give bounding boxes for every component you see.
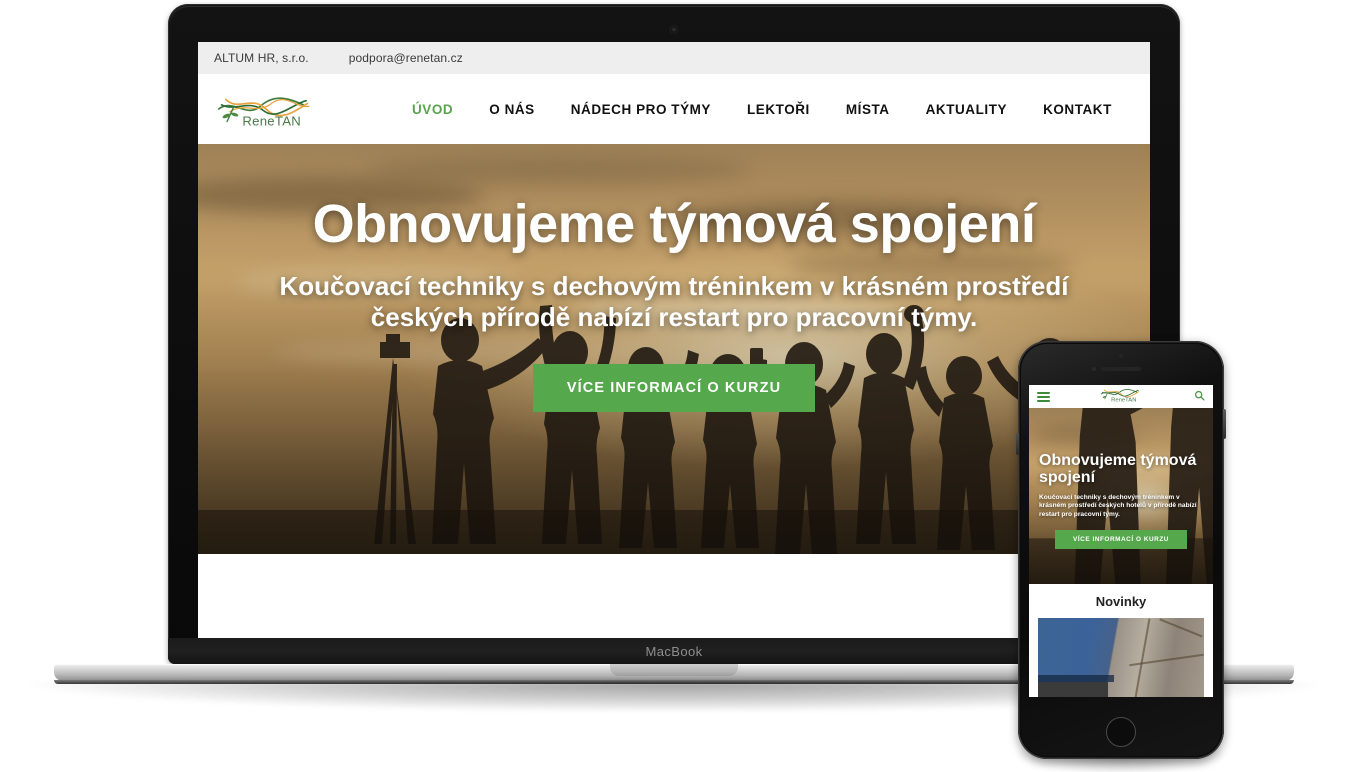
mobile-search-icon[interactable] (1194, 388, 1205, 406)
support-email[interactable]: podpora@renetan.cz (349, 51, 463, 65)
site-topbar: ALTUM HR, s.r.o. podpora@renetan.cz (198, 42, 1150, 74)
svg-text:ReneTAN: ReneTAN (1111, 398, 1136, 403)
mobile-header: ReneTAN (1029, 385, 1213, 408)
renetan-waves-logo-icon: ReneTAN (1100, 389, 1140, 404)
iphone-device: ReneTAN Obnovujeme týmová spojení Koučov… (1016, 341, 1226, 772)
nav-item-aktuality[interactable]: AKTUALITY (926, 102, 1007, 117)
phone-camera-icon (1092, 367, 1096, 371)
mobile-news-section: Novinky (1029, 584, 1213, 697)
laptop-screen: ALTUM HR, s.r.o. podpora@renetan.cz Rene… (198, 42, 1150, 638)
company-name: ALTUM HR, s.r.o. (214, 51, 309, 65)
mobile-logo[interactable]: ReneTAN (1100, 385, 1144, 408)
nav-item-kontakt[interactable]: KONTAKT (1043, 102, 1112, 117)
laptop-base-notch (610, 664, 738, 676)
phone-volume-button[interactable] (1016, 433, 1019, 455)
hero-subtitle: Koučovací techniky s dechovým tréninkem … (279, 270, 1069, 333)
hero-section: Obnovujeme týmová spojení Koučovací tech… (198, 144, 1150, 554)
hero-content: Obnovujeme týmová spojení Koučovací tech… (198, 144, 1150, 413)
site-navbar: ReneTAN ÚVOD O NÁS NÁDECH PRO TÝMY LEKTO… (198, 74, 1150, 144)
renetan-waves-logo-icon: ReneTAN (217, 97, 310, 129)
mobile-hero-section: Obnovujeme týmová spojení Koučovací tech… (1029, 408, 1213, 584)
phone-sensor-icon (1119, 354, 1123, 358)
hero-cta-button[interactable]: VÍCE INFORMACÍ O KURZU (532, 364, 816, 413)
mobile-hero-title: Obnovujeme týmová spojení (1039, 452, 1197, 487)
phone-speaker-grille (1101, 367, 1141, 371)
laptop-wordmark: MacBook (645, 643, 703, 659)
phone-screen: ReneTAN Obnovujeme týmová spojení Koučov… (1029, 385, 1213, 697)
nav-item-o-nas[interactable]: O NÁS (489, 102, 535, 117)
mobile-hero-cta-button[interactable]: VÍCE INFORMACÍ O KURZU (1055, 530, 1187, 550)
mobile-hero-subtitle: Koučovací techniky s dechovým tréninkem … (1039, 493, 1197, 519)
hero-title: Obnovujeme týmová spojení (312, 194, 1036, 254)
phone-home-button[interactable] (1106, 717, 1136, 747)
logo-text: ReneTAN (242, 114, 301, 129)
search-icon-glyph (1194, 390, 1205, 401)
nav-item-uvod[interactable]: ÚVOD (412, 102, 453, 117)
mockup-stage: ALTUM HR, s.r.o. podpora@renetan.cz Rene… (0, 0, 1350, 772)
nav-item-lektori[interactable]: LEKTOŘI (747, 102, 810, 117)
phone-body: ReneTAN Obnovujeme týmová spojení Koučov… (1016, 341, 1226, 759)
mobile-news-title: Novinky (1095, 594, 1147, 609)
laptop-camera-icon (670, 26, 678, 33)
site-logo[interactable]: ReneTAN (216, 88, 326, 130)
hamburger-menu-icon[interactable] (1037, 391, 1050, 402)
nav-item-mista[interactable]: MÍSTA (846, 102, 890, 117)
nav-item-nadech-pro-tymy[interactable]: NÁDECH PRO TÝMY (571, 102, 711, 117)
mobile-news-image[interactable] (1038, 618, 1204, 697)
primary-navigation: ÚVOD O NÁS NÁDECH PRO TÝMY LEKTOŘI MÍSTA… (412, 101, 1150, 118)
mobile-hero-content: Obnovujeme týmová spojení Koučovací tech… (1029, 408, 1213, 550)
phone-power-button[interactable] (1223, 409, 1226, 439)
content-section-placeholder (198, 554, 1150, 638)
